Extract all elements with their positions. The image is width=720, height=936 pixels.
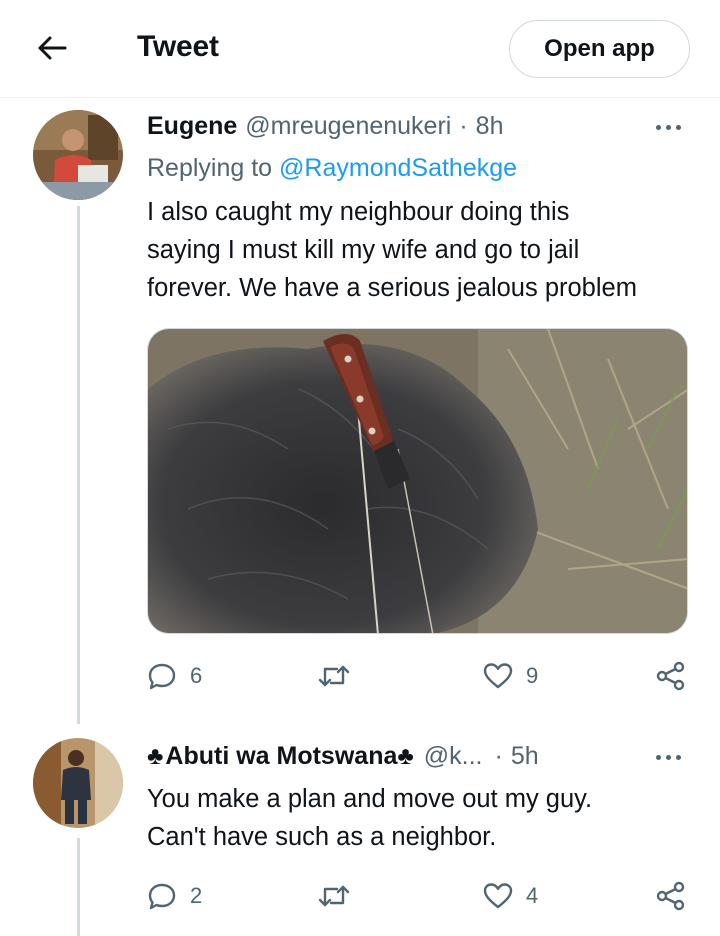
avatar[interactable] [33,738,123,828]
display-name[interactable]: Abuti wa Motswana [165,742,397,771]
heart-icon [483,663,513,689]
club-suit-icon: ♣ [147,742,164,770]
timestamp[interactable]: 8h [476,112,504,141]
more-icon-dot [676,754,681,760]
reply-count: 2 [190,883,203,908]
separator-dot: · [494,742,503,770]
share-icon [656,881,685,911]
photo-knife-feathers [148,329,687,633]
user-handle[interactable]: @k... [424,742,483,771]
reply-button[interactable]: 2 [147,876,202,916]
tweet-photo[interactable] [147,328,688,634]
more-options-button[interactable] [656,752,681,762]
tweet-text-line: forever. We have a serious jealous probl… [147,274,637,302]
tweet-text-line: Can't have such as a neighbor. [147,823,497,851]
reply-count: 6 [190,663,203,688]
open-app-button[interactable]: Open app [509,20,690,78]
like-count: 4 [526,883,539,908]
club-suit-icon: ♣ [397,742,414,770]
share-button[interactable] [655,876,687,916]
more-icon-dot [666,124,671,130]
tweet-actions: 2 4 [147,876,688,916]
reply-icon [148,663,176,690]
like-count: 9 [526,663,539,688]
avatar-image [33,110,123,200]
more-icon-dot [666,754,671,760]
separator-dot: · [459,112,468,140]
timestamp[interactable]: 5h [511,742,539,771]
share-button[interactable] [655,656,687,696]
more-options-button[interactable] [656,122,681,132]
avatar-image [33,738,123,828]
avatar[interactable] [33,110,123,200]
tweet-actions: 6 9 [147,656,688,696]
more-icon-dot [656,124,661,130]
replying-to-label: Replying to [147,154,280,182]
back-button[interactable] [30,28,74,68]
tweet-text-line: You make a plan and move out my guy. [147,785,593,813]
retweet-button[interactable] [317,876,351,916]
retweet-icon [318,665,350,687]
like-button[interactable]: 4 [483,876,538,916]
tweet-text: You make a plan and move out my guy. Can… [147,780,707,856]
thread-connector [77,838,80,936]
reply-button[interactable]: 6 [147,656,202,696]
share-icon [656,661,685,691]
tweet-header: ♣ Abuti wa Motswana ♣ @k... · 5h [147,742,539,771]
tweet-text: I also caught my neighbour doing this sa… [147,193,707,307]
thread-connector [77,206,80,724]
reply-icon [148,883,176,910]
tweet-header: Eugene @mreugenenukeri · 8h [147,112,503,141]
display-name[interactable]: Eugene [147,112,237,141]
page-title: Tweet [137,30,219,63]
replying-to: Replying to @RaymondSathekge [147,154,517,183]
tweet-text-line: I also caught my neighbour doing this [147,198,570,226]
more-icon-dot [676,124,681,130]
top-bar: Tweet Open app [0,0,720,98]
mention-link[interactable]: @RaymondSathekge [279,154,517,182]
retweet-button[interactable] [317,656,351,696]
like-button[interactable]: 9 [483,656,538,696]
user-handle[interactable]: @mreugenenukeri [245,112,451,141]
more-icon-dot [656,754,661,760]
heart-icon [483,883,513,909]
retweet-icon [318,885,350,907]
arrow-left-icon [38,36,67,60]
tweet-text-line: saying I must kill my wife and go to jai… [147,236,580,264]
